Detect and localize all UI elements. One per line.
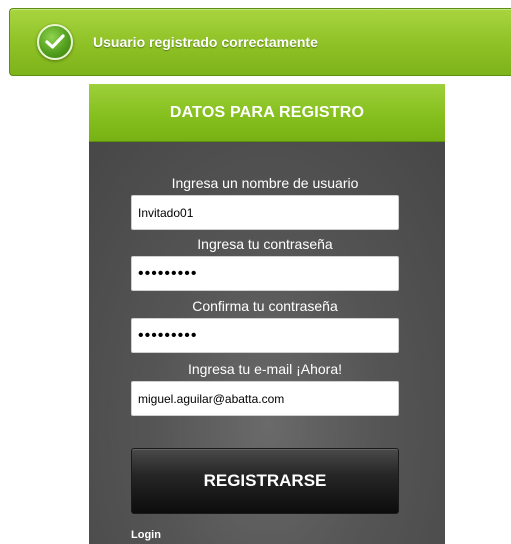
email-label: Ingresa tu e-mail ¡Ahora! xyxy=(187,361,343,377)
check-circle-icon xyxy=(37,24,73,60)
username-input[interactable] xyxy=(131,195,399,230)
form-header: DATOS PARA REGISTRO xyxy=(89,84,445,142)
success-banner: Usuario registrado correctamente xyxy=(9,8,511,76)
registration-form: Ingresa un nombre de usuario Ingresa tu … xyxy=(89,142,445,544)
success-message: Usuario registrado correctamente xyxy=(93,34,318,50)
username-label: Ingresa un nombre de usuario xyxy=(171,175,359,191)
confirm-password-input[interactable] xyxy=(131,318,399,353)
registration-page: Usuario registrado correctamente DATOS P… xyxy=(0,0,511,544)
password-label: Ingresa tu contraseña xyxy=(197,236,333,252)
email-input[interactable] xyxy=(131,381,399,416)
password-input[interactable] xyxy=(131,256,399,291)
confirm-password-label: Confirma tu contraseña xyxy=(192,298,338,314)
register-button[interactable]: REGISTRARSE xyxy=(131,448,399,514)
form-title: DATOS PARA REGISTRO xyxy=(169,104,365,121)
login-link[interactable]: Login xyxy=(131,529,161,541)
